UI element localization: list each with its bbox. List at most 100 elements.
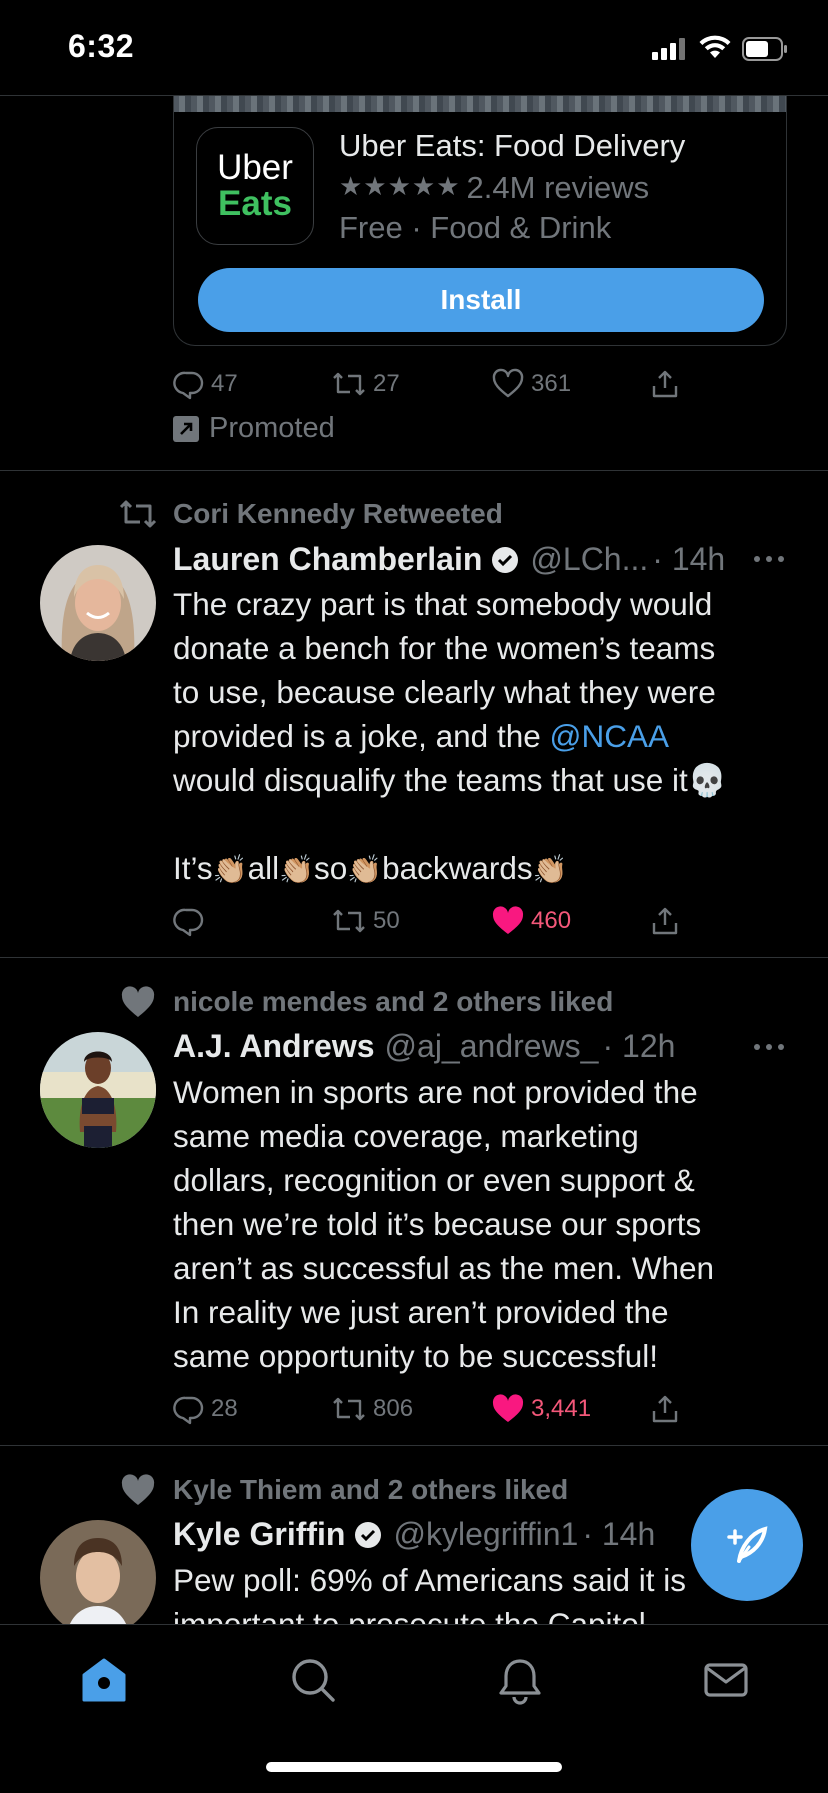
like-button[interactable]: 3,441	[491, 1389, 591, 1429]
search-icon[interactable]	[288, 1655, 338, 1705]
status-time: 6:32	[68, 28, 135, 64]
heart-context-icon	[121, 1474, 155, 1505]
tweet-divider	[0, 1445, 828, 1446]
reply-button[interactable]: 47	[173, 364, 238, 404]
reply-icon	[173, 908, 204, 937]
status-bar: 6:32	[0, 0, 828, 96]
author-name[interactable]: Kyle Griffin	[173, 1516, 345, 1553]
tweet-text-line: donate a bench for the women’s teams	[173, 630, 716, 666]
clap-emoji: 👏🏼	[532, 854, 568, 885]
retweet-button[interactable]: 27	[331, 364, 400, 404]
app-price-category: Free · Food & Drink	[339, 210, 612, 245]
author-handle[interactable]: @LCh...	[530, 541, 648, 578]
reply-button[interactable]: 28	[173, 1389, 238, 1429]
tweet-text-line: then we’re told it’s because our sports	[173, 1206, 702, 1242]
heart-outline-icon	[492, 368, 524, 398]
tweet-text-line: aren’t as successful as the men. When	[173, 1250, 715, 1286]
app-rating: ★★★★★ 2.4M reviews	[339, 170, 649, 206]
tweet-time[interactable]: · 12h	[602, 1028, 675, 1065]
avatar[interactable]	[40, 545, 156, 661]
app-reviews: 2.4M reviews	[466, 170, 650, 205]
retweet-icon	[333, 909, 365, 933]
tweet-text-line: provided is a joke, and the @NCAA	[173, 718, 670, 754]
ad-action-bar: 47 27 361	[173, 364, 733, 404]
reply-icon	[173, 1396, 204, 1425]
clap-emoji: 👏🏼	[212, 854, 248, 885]
home-indicator[interactable]	[266, 1762, 562, 1772]
tweet-action-bar: 50 460	[173, 901, 733, 941]
tweet-time[interactable]: · 14h	[582, 1516, 655, 1553]
battery-icon	[742, 37, 787, 61]
compose-tweet-button[interactable]	[691, 1489, 803, 1601]
author-name[interactable]: Lauren Chamberlain	[173, 541, 482, 578]
cellular-signal-icon	[652, 38, 688, 60]
uber-eats-logo: Uber Eats	[196, 127, 314, 245]
retweet-icon	[333, 1397, 365, 1421]
share-button[interactable]	[649, 901, 681, 941]
notifications-icon[interactable]	[495, 1655, 545, 1705]
like-count: 460	[531, 907, 572, 934]
verified-badge-icon	[492, 546, 519, 573]
avatar[interactable]	[40, 1032, 156, 1148]
home-icon[interactable]	[79, 1655, 129, 1705]
tweet-text-line: to use, because clearly what they were	[173, 674, 716, 710]
retweet-icon	[333, 372, 365, 396]
author-handle[interactable]: @kylegriffin1	[393, 1516, 578, 1553]
timeline[interactable]: Uber Eats Uber Eats: Food Delivery ★★★★★…	[0, 96, 828, 1624]
promoted-icon	[173, 415, 199, 442]
tweet-text-line: same opportunity to be successful!	[173, 1338, 659, 1374]
header-divider	[0, 95, 828, 96]
like-button[interactable]: 361	[491, 364, 571, 404]
tweet-text-line: dollars, recognition or even support &	[173, 1162, 695, 1198]
star-rating-icons: ★★★★★	[339, 171, 461, 201]
tweet-text-line: same media coverage, marketing	[173, 1118, 639, 1154]
wifi-icon	[699, 35, 731, 58]
tweet-divider	[0, 957, 828, 958]
mention-link[interactable]: @NCAA	[550, 718, 670, 754]
share-icon	[652, 907, 678, 935]
tweet-text-line: would disqualify the teams that use it💀	[173, 762, 728, 798]
like-count: 361	[531, 370, 572, 397]
heart-filled-icon	[492, 1394, 524, 1422]
tweet-time[interactable]: · 14h	[652, 541, 725, 578]
tweet-divider	[0, 470, 828, 471]
retweet-button[interactable]: 50	[331, 901, 400, 941]
share-icon	[652, 370, 678, 398]
retweet-context[interactable]: Cori Kennedy Retweeted	[173, 498, 503, 530]
retweet-count: 50	[373, 907, 400, 934]
reply-count: 47	[211, 370, 238, 397]
retweet-count: 27	[373, 370, 400, 397]
more-options-icon[interactable]	[754, 1042, 786, 1052]
tweet-text-line: Women in sports are not provided the	[173, 1074, 698, 1110]
share-button[interactable]	[649, 364, 681, 404]
liked-context[interactable]: nicole mendes and 2 others liked	[173, 986, 613, 1018]
liked-context[interactable]: Kyle Thiem and 2 others liked	[173, 1474, 568, 1506]
share-icon	[652, 1395, 678, 1423]
like-count: 3,441	[531, 1395, 592, 1422]
more-options-icon[interactable]	[754, 554, 786, 564]
tweet-header: A.J. Andrews @aj_andrews_ · 12h	[173, 1028, 675, 1065]
promoted-label: Promoted	[173, 412, 335, 445]
share-button[interactable]	[649, 1389, 681, 1429]
tweet-text-line: It’s👏🏼all👏🏼so👏🏼backwards👏🏼	[173, 850, 568, 886]
clap-emoji: 👏🏼	[347, 854, 383, 885]
retweet-button[interactable]: 806	[331, 1389, 413, 1429]
retweet-count: 806	[373, 1395, 414, 1422]
author-name[interactable]: A.J. Andrews	[173, 1028, 375, 1065]
messages-icon[interactable]	[701, 1655, 751, 1705]
reply-button[interactable]	[173, 901, 211, 941]
reply-icon	[173, 371, 204, 400]
tweet-text-line: The crazy part is that somebody would	[173, 586, 713, 622]
like-button[interactable]: 460	[491, 901, 571, 941]
promoted-text: Promoted	[209, 412, 335, 444]
retweet-context-icon	[119, 500, 157, 528]
tweet-header: Kyle Griffin @kylegriffin1 · 14h	[173, 1516, 655, 1553]
install-button[interactable]: Install	[198, 268, 764, 332]
author-handle[interactable]: @aj_andrews_	[385, 1028, 599, 1065]
tweet-text: The crazy part is that somebody would do…	[173, 582, 793, 892]
tweet-action-bar: 28 806 3,441	[173, 1389, 733, 1429]
verified-badge-icon	[355, 1521, 382, 1548]
compose-feather-icon	[727, 1526, 768, 1563]
avatar[interactable]	[40, 1520, 156, 1624]
